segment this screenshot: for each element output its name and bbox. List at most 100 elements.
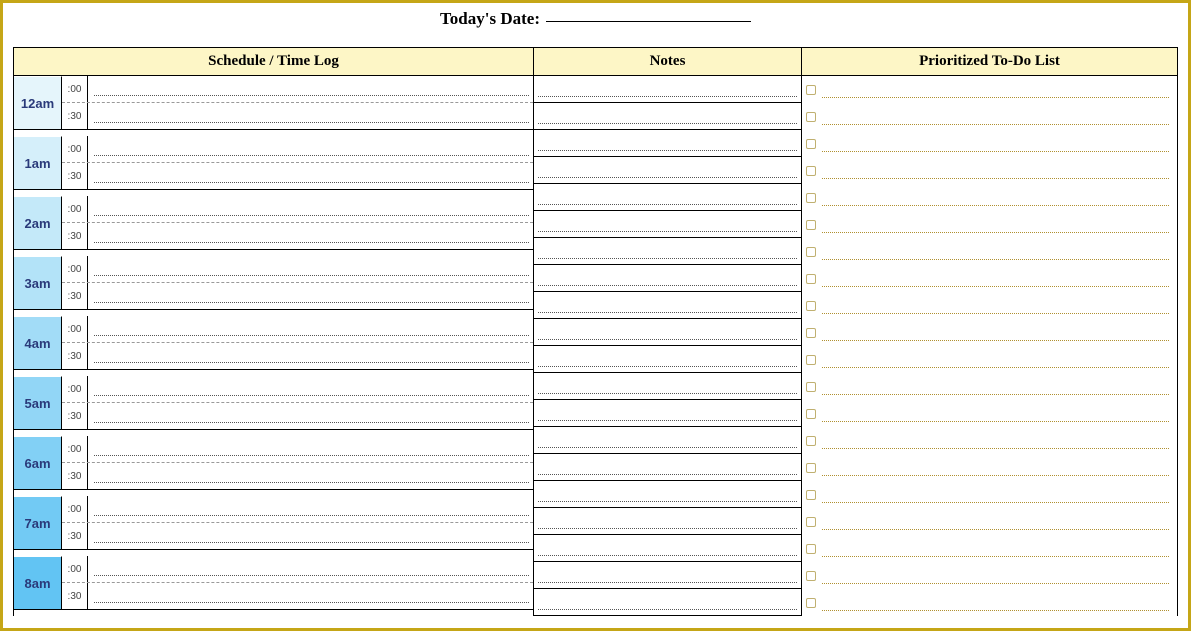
todo-entry-line[interactable] <box>822 562 1169 589</box>
checkbox-icon[interactable] <box>806 139 816 149</box>
todo-entry-line[interactable] <box>822 265 1169 292</box>
schedule-entry-line[interactable] <box>88 163 533 189</box>
todo-entry-line[interactable] <box>822 103 1169 130</box>
note-line[interactable] <box>534 400 801 427</box>
todo-line[interactable] <box>802 562 1177 589</box>
todo-line[interactable] <box>802 103 1177 130</box>
schedule-slot[interactable]: :30 <box>62 103 533 129</box>
todo-entry-line[interactable] <box>822 184 1169 211</box>
todo-entry-line[interactable] <box>822 76 1169 103</box>
schedule-entry-line[interactable] <box>88 496 533 522</box>
note-line[interactable] <box>534 508 801 535</box>
schedule-entry-line[interactable] <box>88 196 533 222</box>
todo-line[interactable] <box>802 427 1177 454</box>
schedule-entry-line[interactable] <box>88 256 533 282</box>
checkbox-icon[interactable] <box>806 463 816 473</box>
todo-line[interactable] <box>802 454 1177 481</box>
note-line[interactable] <box>534 346 801 373</box>
note-line[interactable] <box>534 130 801 157</box>
schedule-slot[interactable]: :30 <box>62 343 533 369</box>
schedule-slot[interactable]: :30 <box>62 283 533 309</box>
todo-line[interactable] <box>802 238 1177 265</box>
schedule-slot[interactable]: :00 <box>62 556 533 583</box>
schedule-entry-line[interactable] <box>88 583 533 609</box>
schedule-entry-line[interactable] <box>88 343 533 369</box>
note-line[interactable] <box>534 427 801 454</box>
todo-entry-line[interactable] <box>822 454 1169 481</box>
todo-entry-line[interactable] <box>822 427 1169 454</box>
schedule-slot[interactable]: :00 <box>62 196 533 223</box>
schedule-slot[interactable]: :30 <box>62 163 533 189</box>
todo-line[interactable] <box>802 589 1177 616</box>
checkbox-icon[interactable] <box>806 301 816 311</box>
todo-line[interactable] <box>802 265 1177 292</box>
schedule-entry-line[interactable] <box>88 316 533 342</box>
checkbox-icon[interactable] <box>806 355 816 365</box>
checkbox-icon[interactable] <box>806 247 816 257</box>
date-input-line[interactable] <box>546 21 751 22</box>
schedule-entry-line[interactable] <box>88 103 533 129</box>
schedule-slot[interactable]: :00 <box>62 316 533 343</box>
schedule-entry-line[interactable] <box>88 556 533 582</box>
checkbox-icon[interactable] <box>806 544 816 554</box>
note-line[interactable] <box>534 76 801 103</box>
todo-line[interactable] <box>802 319 1177 346</box>
todo-entry-line[interactable] <box>822 157 1169 184</box>
schedule-slot[interactable]: :00 <box>62 76 533 103</box>
schedule-slot[interactable]: :30 <box>62 583 533 609</box>
schedule-slot[interactable]: :30 <box>62 223 533 249</box>
todo-line[interactable] <box>802 346 1177 373</box>
schedule-entry-line[interactable] <box>88 76 533 102</box>
checkbox-icon[interactable] <box>806 328 816 338</box>
checkbox-icon[interactable] <box>806 274 816 284</box>
schedule-entry-line[interactable] <box>88 136 533 162</box>
todo-entry-line[interactable] <box>822 319 1169 346</box>
checkbox-icon[interactable] <box>806 571 816 581</box>
schedule-slot[interactable]: :30 <box>62 403 533 429</box>
schedule-slot[interactable]: :30 <box>62 523 533 549</box>
todo-entry-line[interactable] <box>822 400 1169 427</box>
note-line[interactable] <box>534 589 801 616</box>
note-line[interactable] <box>534 265 801 292</box>
checkbox-icon[interactable] <box>806 85 816 95</box>
todo-entry-line[interactable] <box>822 292 1169 319</box>
todo-line[interactable] <box>802 535 1177 562</box>
todo-entry-line[interactable] <box>822 211 1169 238</box>
todo-line[interactable] <box>802 211 1177 238</box>
todo-entry-line[interactable] <box>822 346 1169 373</box>
schedule-entry-line[interactable] <box>88 283 533 309</box>
checkbox-icon[interactable] <box>806 220 816 230</box>
checkbox-icon[interactable] <box>806 382 816 392</box>
checkbox-icon[interactable] <box>806 436 816 446</box>
schedule-slot[interactable]: :00 <box>62 136 533 163</box>
schedule-entry-line[interactable] <box>88 223 533 249</box>
note-line[interactable] <box>534 103 801 130</box>
schedule-slot[interactable]: :00 <box>62 496 533 523</box>
todo-entry-line[interactable] <box>822 535 1169 562</box>
note-line[interactable] <box>534 184 801 211</box>
note-line[interactable] <box>534 373 801 400</box>
schedule-slot[interactable]: :00 <box>62 256 533 283</box>
todo-entry-line[interactable] <box>822 589 1169 616</box>
todo-entry-line[interactable] <box>822 130 1169 157</box>
todo-entry-line[interactable] <box>822 238 1169 265</box>
note-line[interactable] <box>534 238 801 265</box>
schedule-entry-line[interactable] <box>88 403 533 429</box>
schedule-slot[interactable]: :00 <box>62 376 533 403</box>
todo-line[interactable] <box>802 130 1177 157</box>
schedule-slot[interactable]: :30 <box>62 463 533 489</box>
checkbox-icon[interactable] <box>806 598 816 608</box>
todo-entry-line[interactable] <box>822 508 1169 535</box>
todo-line[interactable] <box>802 373 1177 400</box>
checkbox-icon[interactable] <box>806 112 816 122</box>
todo-entry-line[interactable] <box>822 481 1169 508</box>
todo-line[interactable] <box>802 292 1177 319</box>
note-line[interactable] <box>534 319 801 346</box>
checkbox-icon[interactable] <box>806 490 816 500</box>
todo-line[interactable] <box>802 184 1177 211</box>
note-line[interactable] <box>534 211 801 238</box>
note-line[interactable] <box>534 292 801 319</box>
note-line[interactable] <box>534 481 801 508</box>
note-line[interactable] <box>534 454 801 481</box>
todo-entry-line[interactable] <box>822 373 1169 400</box>
